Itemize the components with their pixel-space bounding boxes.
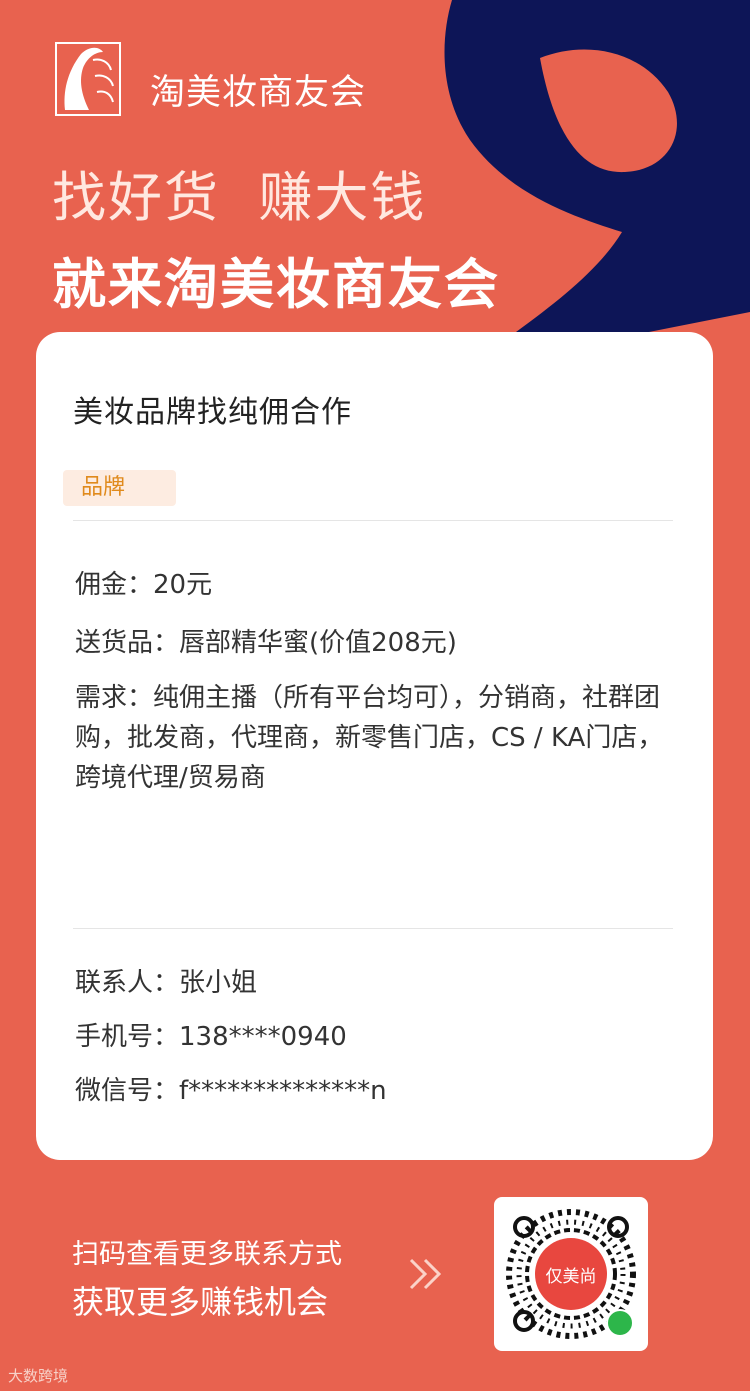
listing-title: 美妆品牌找纯佣合作	[73, 395, 352, 430]
brand-name: 淘美妆商友会	[150, 73, 367, 113]
logo-icon	[55, 42, 121, 116]
mini-program-badge-icon	[606, 1309, 634, 1337]
watermark: 大数跨境	[8, 1367, 69, 1385]
phone-text[interactable]: 手机号：138****0940	[75, 1016, 347, 1053]
category-tag: 品牌	[63, 470, 176, 506]
wechat-text: 微信号：f**************n	[75, 1076, 387, 1106]
scan-prompt-line-2: 获取更多赚钱机会	[72, 1283, 329, 1321]
needs-block: 需求：纯佣主播（所有平台均可），分销商，社群团购，批发商，代理商，新零售门店，C…	[75, 678, 675, 798]
gift-text: 送货品：唇部精华蜜(价值208元)	[75, 628, 457, 658]
poster: 淘美妆商友会 找好货 赚大钱 就来淘美妆商友会 美妆品牌找纯佣合作 品牌 佣金：…	[0, 0, 750, 1391]
double-chevron-right-icon	[409, 1258, 442, 1290]
scan-prompt-line-1: 扫码查看更多联系方式	[72, 1239, 342, 1270]
contact-person-text: 联系人：张小姐	[75, 968, 258, 998]
needs-text: 需求：纯佣主播（所有平台均可），分销商，社群团购，批发商，代理商，新零售门店，C…	[75, 683, 664, 793]
commission-text: 佣金：20元	[75, 570, 213, 600]
headline-line-1: 找好货 赚大钱	[52, 166, 427, 229]
qr-center-label: 仅美尚	[535, 1238, 607, 1310]
mini-program-qr-code[interactable]: 仅美尚	[494, 1197, 648, 1351]
listing-card: 美妆品牌找纯佣合作 品牌 佣金：20元 送货品：唇部精华蜜(价值208元) 需求…	[36, 332, 713, 1160]
divider	[73, 928, 673, 929]
divider	[73, 520, 673, 521]
headline-line-2: 就来淘美妆商友会	[52, 253, 500, 316]
